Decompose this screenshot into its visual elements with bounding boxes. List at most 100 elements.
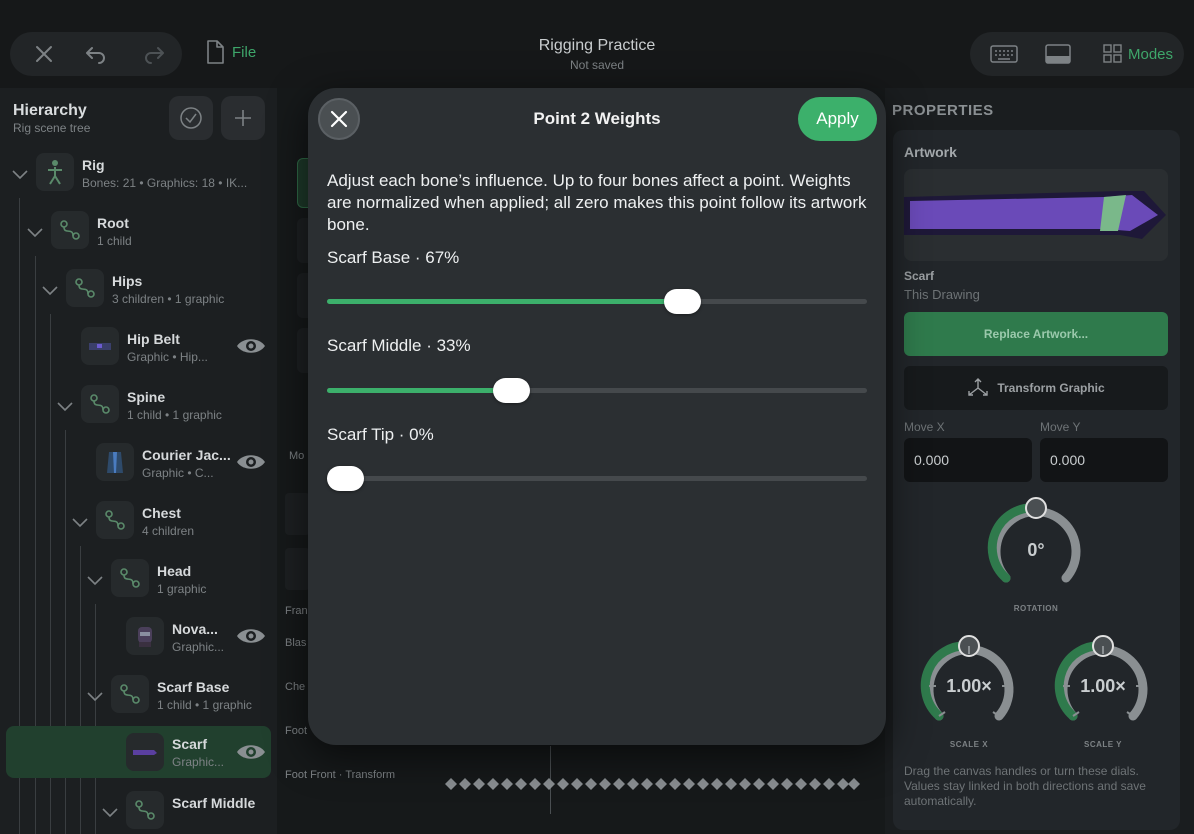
move-y-field[interactable]: 0.000	[1040, 438, 1168, 482]
chevron-down-icon[interactable]	[26, 223, 44, 241]
track-label: Foot	[285, 725, 308, 737]
bone-icon	[66, 269, 104, 307]
scale-y-label: SCALE Y	[1083, 740, 1123, 749]
node-name: Hip Belt	[127, 331, 180, 347]
timeline-control[interactable]	[285, 548, 310, 590]
node-details: 1 child	[97, 234, 132, 248]
view-toolbar: Modes	[970, 32, 1184, 76]
node-details: Graphic • Hip...	[127, 350, 208, 364]
chevron-down-icon[interactable]	[41, 281, 59, 299]
tree-row-spine[interactable]: Spine 1 child • 1 graphic	[0, 375, 277, 433]
transform-graphic-label: Transform Graphic	[997, 381, 1105, 395]
checkmark-circle-icon	[180, 107, 202, 129]
rotation-label: ROTATION	[1013, 604, 1059, 613]
slider-fill	[327, 299, 683, 304]
node-name: Scarf Base	[157, 679, 230, 695]
node-name: Chest	[142, 505, 181, 521]
transform-arrows-icon	[968, 378, 989, 396]
keyboard-icon[interactable]	[978, 32, 1030, 76]
weight-label-scarf-middle: Scarf Middle · 33%	[327, 336, 471, 355]
hierarchy-title: Hierarchy	[13, 102, 87, 119]
node-name: Root	[97, 215, 129, 231]
node-name: Rig	[82, 157, 105, 173]
tree-row-scarf-base[interactable]: Scarf Base 1 child • 1 graphic	[0, 665, 277, 723]
tree-row-courier-jacket[interactable]: Courier Jac... Graphic • C...	[0, 433, 277, 491]
artwork-card: Artwork Scarf This Drawing Replace Artwo…	[893, 130, 1180, 830]
node-details: 4 children	[142, 524, 195, 538]
tree-row-nova[interactable]: Nova... Graphic...	[0, 607, 277, 665]
panel-layout-icon[interactable]	[1032, 32, 1084, 76]
move-x-field[interactable]: 0.000	[904, 438, 1032, 482]
eye-icon[interactable]	[236, 336, 266, 356]
point-weights-dialog: Point 2 Weights Apply Adjust each bone’s…	[308, 88, 886, 745]
node-name: Hips	[112, 273, 143, 289]
slider-thumb[interactable]	[664, 289, 701, 314]
replace-artwork-button[interactable]: Replace Artwork...	[904, 312, 1168, 356]
track-label: Blas	[285, 637, 307, 649]
move-x-label: Move X	[904, 420, 945, 434]
panel-label: Mo	[289, 450, 305, 462]
tree-row-root[interactable]: Root 1 child	[0, 201, 277, 259]
transform-graphic-button[interactable]: Transform Graphic	[904, 366, 1168, 410]
chevron-down-icon[interactable]	[101, 803, 119, 821]
plus-icon	[235, 110, 251, 126]
tree-row-scarf[interactable]: Scarf Graphic...	[6, 726, 271, 778]
modes-label: Modes	[1127, 45, 1174, 63]
apply-button[interactable]: Apply	[798, 97, 877, 141]
node-details: 1 child • 1 graphic	[157, 698, 252, 712]
weight-slider-scarf-tip[interactable]	[327, 466, 867, 491]
node-name: Head	[157, 563, 192, 579]
node-name: Scarf	[172, 736, 208, 752]
artwork-label: Artwork	[904, 144, 957, 160]
eye-icon[interactable]	[236, 742, 266, 762]
tree-row-rig[interactable]: Rig Bones: 21 • Graphics: 18 • IK...	[0, 143, 277, 201]
bone-icon	[126, 791, 164, 829]
hierarchy-subtitle: Rig scene tree	[13, 121, 91, 135]
properties-panel: PROPERTIES Artwork Scarf This Drawing Re…	[885, 88, 1194, 834]
eye-icon[interactable]	[236, 452, 266, 472]
move-y-label: Move Y	[1040, 420, 1081, 434]
chevron-down-icon[interactable]	[56, 397, 74, 415]
eye-icon[interactable]	[236, 626, 266, 646]
rotation-value: 0°	[1027, 540, 1045, 560]
artwork-thumbnail[interactable]	[904, 169, 1168, 261]
node-details: 1 graphic	[157, 582, 207, 596]
add-node-button[interactable]	[221, 96, 265, 140]
graphic-thumbnail	[81, 327, 119, 365]
node-details: Bones: 21 • Graphics: 18 • IK...	[82, 176, 248, 190]
tree-row-head[interactable]: Head 1 graphic	[0, 549, 277, 607]
properties-title: PROPERTIES	[892, 102, 994, 119]
grid-icon	[1103, 44, 1122, 63]
scale-y-value: 1.00×	[1080, 676, 1126, 696]
scale-x-label: SCALE X	[949, 740, 989, 749]
slider-fill	[327, 388, 512, 393]
top-bar: File Rigging Practice Not saved Modes	[0, 0, 1194, 88]
weight-slider-scarf-base[interactable]	[327, 289, 867, 314]
node-details: Graphic • C...	[142, 466, 214, 480]
bone-icon	[51, 211, 89, 249]
slider-thumb[interactable]	[327, 466, 364, 491]
tree-row-scarf-middle[interactable]: Scarf Middle	[0, 781, 277, 834]
node-details: Graphic...	[172, 755, 225, 769]
select-all-button[interactable]	[169, 96, 213, 140]
bone-icon	[111, 675, 149, 713]
tree-row-chest[interactable]: Chest 4 children	[0, 491, 277, 549]
keyframe-track[interactable]	[445, 778, 860, 790]
weight-label-scarf-base: Scarf Base · 67%	[327, 248, 460, 267]
graphic-thumbnail	[96, 443, 134, 481]
weight-slider-scarf-middle[interactable]	[327, 378, 867, 403]
bone-icon	[81, 385, 119, 423]
tree-row-hips[interactable]: Hips 3 children • 1 graphic	[0, 259, 277, 317]
bone-icon	[111, 559, 149, 597]
node-name: Spine	[127, 389, 166, 405]
slider-thumb[interactable]	[492, 378, 530, 403]
node-name: Scarf Middle	[172, 795, 256, 811]
node-name: Nova...	[172, 621, 218, 637]
chevron-down-icon[interactable]	[86, 571, 104, 589]
play-control[interactable]	[285, 493, 310, 535]
tree-row-hip-belt[interactable]: Hip Belt Graphic • Hip...	[0, 317, 277, 375]
chevron-down-icon[interactable]	[11, 165, 29, 183]
chevron-down-icon[interactable]	[71, 513, 89, 531]
modes-button[interactable]: Modes	[1100, 32, 1176, 76]
chevron-down-icon[interactable]	[86, 687, 104, 705]
